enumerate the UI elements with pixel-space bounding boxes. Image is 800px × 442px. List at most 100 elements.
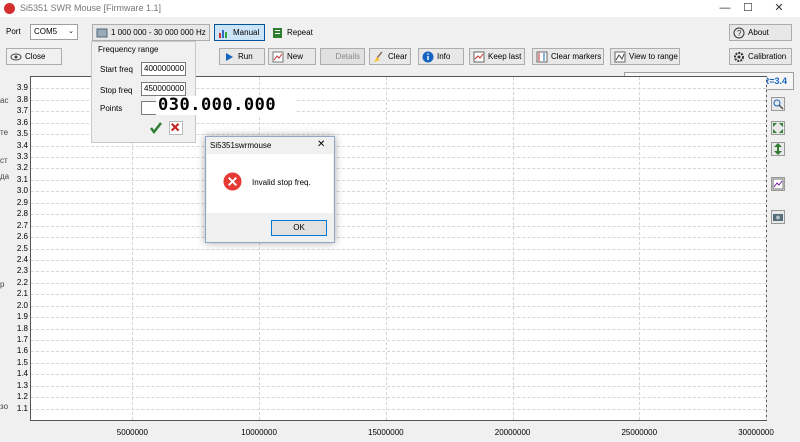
- grid-line-horizontal: [31, 305, 766, 307]
- broom-icon: [374, 51, 383, 62]
- grid-line-horizontal: [31, 157, 766, 159]
- y-tick-label: 3.3: [16, 152, 28, 162]
- new-button[interactable]: New: [268, 48, 316, 65]
- info-button[interactable]: Info: [418, 48, 464, 65]
- y-tick-label: 1.1: [16, 403, 28, 413]
- keep-last-label: Keep last: [488, 52, 522, 61]
- y-tick-label: 3.5: [16, 129, 28, 139]
- y-tick-label: 2.4: [16, 254, 28, 264]
- range-icon: [96, 28, 108, 38]
- x-tick-label: 25000000: [621, 428, 658, 437]
- close-port-button[interactable]: Close: [6, 48, 62, 65]
- grid-line-horizontal: [31, 202, 766, 204]
- view-to-range-button[interactable]: View to range: [610, 48, 680, 65]
- start-freq-input[interactable]: 400000000: [141, 62, 186, 76]
- stop-freq-label: Stop freq: [100, 86, 133, 95]
- grid-line-horizontal: [31, 271, 766, 273]
- about-button[interactable]: ? About: [729, 24, 792, 41]
- grid-line-horizontal: [31, 385, 766, 387]
- y-tick-label: 3.4: [16, 140, 28, 150]
- repeat-icon: [273, 28, 282, 38]
- chevron-down-icon: ⌄: [68, 28, 74, 35]
- screenshot-icon[interactable]: [771, 210, 785, 224]
- about-label: About: [748, 28, 769, 37]
- grid-line-horizontal: [31, 317, 766, 319]
- grid-line-horizontal: [31, 351, 766, 353]
- y-tick-label: 2.0: [16, 300, 28, 310]
- clear-markers-button[interactable]: Clear markers: [532, 48, 604, 65]
- grid-line-horizontal: [31, 214, 766, 216]
- port-label: Port: [6, 27, 21, 36]
- grid-line-vertical: [639, 77, 641, 420]
- manual-button[interactable]: Manual: [214, 24, 265, 41]
- calibration-button[interactable]: Calibration: [729, 48, 792, 65]
- grid-line-vertical: [766, 77, 767, 420]
- grid-line-horizontal: [31, 374, 766, 376]
- vertical-scale-icon[interactable]: [771, 142, 785, 156]
- x-tick-label: 5000000: [116, 428, 148, 437]
- markers-icon: [536, 51, 548, 63]
- fit-icon[interactable]: [771, 121, 785, 135]
- grid-line-vertical: [512, 77, 514, 420]
- grid-line-horizontal: [31, 191, 766, 193]
- dialog-message: Invalid stop freq.: [252, 178, 311, 187]
- close-window-button[interactable]: ✕: [758, 0, 800, 17]
- x-tick-label: 30000000: [738, 428, 774, 437]
- y-tick-label: 1.7: [16, 334, 28, 344]
- title-bar: Si5351 SWR Mouse [Firmware 1.1] — ☐ ✕: [0, 0, 800, 17]
- grid-line-horizontal: [31, 408, 766, 410]
- app-icon: [4, 3, 15, 14]
- apply-checkmark-icon[interactable]: [149, 121, 163, 135]
- clear-button[interactable]: Clear: [369, 48, 411, 65]
- grid-line-horizontal: [31, 397, 766, 399]
- y-tick-label: 3.0: [16, 186, 28, 196]
- grid-line-horizontal: [31, 237, 766, 239]
- grid-line-vertical: [259, 77, 261, 420]
- repeat-button[interactable]: Repeat: [268, 24, 316, 41]
- repeat-label: Repeat: [287, 28, 313, 37]
- run-button[interactable]: Run: [219, 48, 265, 65]
- y-tick-label: 2.3: [16, 266, 28, 276]
- grid-line-horizontal: [31, 248, 766, 250]
- grid-line-horizontal: [31, 362, 766, 364]
- start-freq-label: Start freq: [100, 65, 133, 74]
- frequency-range-title: Frequency range: [98, 45, 159, 54]
- info-label: Info: [437, 52, 451, 61]
- dialog-close-icon[interactable]: ✕: [317, 139, 325, 150]
- y-tick-label: 2.9: [16, 197, 28, 207]
- y-tick-label: 3.6: [16, 117, 28, 127]
- close-label: Close: [25, 52, 46, 61]
- keep-icon: [473, 51, 485, 63]
- port-value: COM5: [34, 27, 58, 36]
- x-tick-label: 10000000: [241, 428, 277, 437]
- grid-line-horizontal: [31, 339, 766, 341]
- y-tick-label: 2.6: [16, 232, 28, 242]
- details-label: Details: [335, 52, 360, 61]
- ok-button[interactable]: OK: [271, 220, 327, 236]
- error-icon: [223, 172, 242, 191]
- y-tick-label: 3.1: [16, 174, 28, 184]
- y-tick-label: 2.7: [16, 220, 28, 230]
- y-tick-label: 1.8: [16, 323, 28, 333]
- chart-icon: [219, 30, 227, 38]
- port-select[interactable]: COM5 ⌄: [30, 24, 78, 40]
- points-input[interactable]: [141, 101, 157, 115]
- grid-line-horizontal: [31, 179, 766, 181]
- grid-line-horizontal: [31, 328, 766, 330]
- cancel-cross-icon[interactable]: [169, 121, 183, 135]
- y-tick-label: 3.9: [16, 83, 28, 93]
- stop-freq-input[interactable]: 450000000: [141, 82, 186, 96]
- clear-markers-label: Clear markers: [551, 52, 602, 61]
- keep-last-button[interactable]: Keep last: [469, 48, 525, 65]
- frequency-range-button[interactable]: 1 000 000 - 30 000 000 Hz: [92, 24, 210, 41]
- points-label: Points: [100, 104, 123, 113]
- y-tick-label: 2.1: [16, 289, 28, 299]
- info-icon: [422, 51, 434, 63]
- y-tick-label: 1.6: [16, 346, 28, 356]
- graph-settings-icon[interactable]: [771, 177, 785, 191]
- zoom-icon[interactable]: [771, 97, 785, 111]
- view-to-range-label: View to range: [629, 52, 678, 61]
- y-tick-label: 3.7: [16, 106, 28, 116]
- details-button[interactable]: Details: [320, 48, 365, 65]
- y-tick-label: 1.5: [16, 357, 28, 367]
